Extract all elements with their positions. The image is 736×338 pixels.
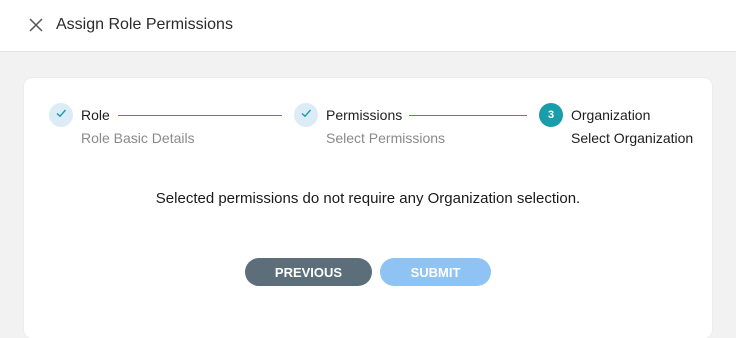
checkmark-icon [300,106,312,124]
dialog-title: Assign Role Permissions [56,16,233,33]
step-role-subtitle: Role Basic Details [81,130,195,146]
wizard-card: Role Role Basic Details Permissions Sele… [24,78,712,338]
dialog-header: Assign Role Permissions [0,0,736,52]
step-permissions-title: Permissions [326,107,403,123]
step-role-title: Role [81,107,110,123]
step-permissions-circle [294,103,318,127]
step-connector [409,115,527,116]
checkmark-icon [55,106,67,124]
step-organization-circle: 3 [539,103,563,127]
step-organization-subtitle: Select Organization [571,130,694,146]
step-connector [118,115,282,116]
step-permissions-subtitle: Select Permissions [326,130,446,146]
close-icon[interactable] [26,15,46,35]
submit-button[interactable]: SUBMIT [380,258,491,286]
step-role-circle [49,103,73,127]
info-message: Selected permissions do not require any … [155,190,581,207]
previous-button[interactable]: PREVIOUS [245,258,372,286]
step-organization-title: Organization [571,107,651,123]
